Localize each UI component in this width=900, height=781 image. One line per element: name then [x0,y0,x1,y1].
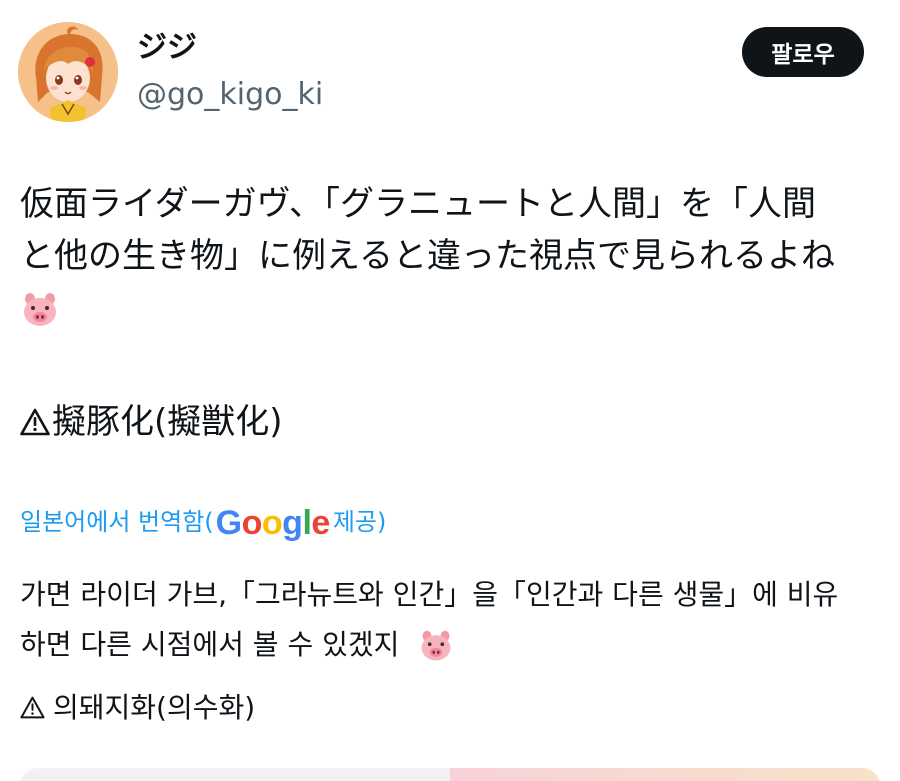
warning-icon [20,696,45,719]
translation-provider-suffix: 제공) [332,508,387,536]
translated-text: 가면 라이더 가브,「그라뉴트와 인간」을「인간과 다른 생물」에 비유 하면 … [20,570,890,670]
display-name[interactable]: ジジ [137,30,197,66]
media-image-1[interactable] [20,768,450,781]
tweet-warning-line: 擬豚化(擬獣化) [20,400,283,444]
follow-button[interactable]: 팔로우 [742,27,864,77]
tweet-emoji-line [20,282,880,334]
translated-text-line-2-wrap: 하면 다른 시점에서 볼 수 있겠지 [20,620,890,670]
tweet-warning-text: 擬豚化(擬獣化) [52,402,283,442]
translation-label: 일본어에서 번역함( [20,508,214,536]
translated-text-line-2: 하면 다른 시점에서 볼 수 있겠지 [20,628,400,661]
media-preview[interactable] [20,768,880,781]
tweet-text-line-1: 仮面ライダーガヴ、「グラニュートと人間」を「人間 [20,184,816,224]
warning-icon [20,408,50,436]
translation-attribution[interactable]: 일본어에서 번역함( Google 제공) [20,502,386,542]
pig-face-emoji-icon [421,630,451,661]
anime-girl-avatar-icon [18,22,118,122]
tweet-text: 仮面ライダーガヴ、「グラニュートと人間」を「人間 と他の生き物」に例えると違った… [20,178,880,334]
tweet-text-line-2: と他の生き物」に例えると違った視点で見られるよね [20,236,835,276]
translated-text-line-1: 가면 라이더 가브,「그라뉴트와 인간」을「인간과 다른 생물」에 비유 [20,578,839,611]
media-image-2[interactable] [450,768,880,781]
user-handle[interactable]: @go_kigo_ki [137,77,323,113]
tweet-page: ジジ @go_kigo_ki 팔로우 仮面ライダーガヴ、「グラニュートと人間」を… [0,0,900,781]
avatar[interactable] [18,22,118,122]
pig-face-emoji-icon [24,292,56,326]
translated-warning-line: 의돼지화(의수화) [20,688,255,728]
translated-warning-text: 의돼지화(의수화) [53,691,256,724]
google-logo: Google [215,504,331,542]
